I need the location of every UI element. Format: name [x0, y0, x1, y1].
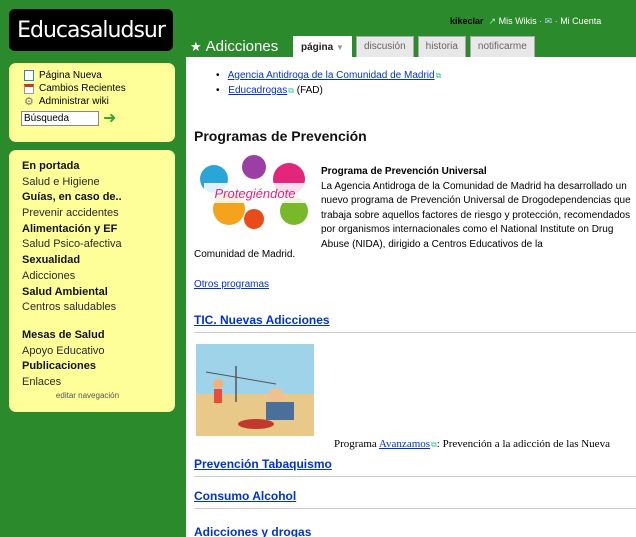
list-item: Educadrogas⧉ (FAD) [216, 85, 323, 96]
tool-new-page[interactable]: Página Nueva [24, 69, 175, 82]
drogas-section-link[interactable]: Adicciones y drogas [194, 525, 636, 537]
my-wikis-link[interactable]: Mis Wikis [499, 16, 537, 26]
tab-label: página [301, 42, 334, 53]
navigation-panel: En portada Salud e Higiene Guías, en cas… [9, 150, 175, 412]
wikis-icon: ↗ [486, 16, 497, 26]
chevron-down-icon: ▼ [336, 43, 344, 52]
alcohol-section-link[interactable]: Consumo Alcohol [194, 489, 636, 509]
site-logo[interactable]: Educasaludsur [9, 9, 173, 51]
mail-icon: ✉ [544, 16, 553, 26]
caption-suffix: : Prevención a la adicción de las Nueva [436, 438, 610, 450]
nav-item[interactable]: Apoyo Educativo [22, 344, 175, 360]
username[interactable]: kikeclar [450, 16, 484, 26]
nav-item[interactable]: Mesas de Salud [22, 328, 175, 344]
tab-historia[interactable]: historia [417, 36, 466, 57]
page-title-text: Adicciones [205, 38, 279, 55]
search-go-icon[interactable]: ➜ [103, 110, 116, 126]
tab-notificarme[interactable]: notificarme [469, 36, 535, 57]
educadrogas-link[interactable]: Educadrogas [228, 85, 287, 96]
list-item: Agencia Antidroga de la Comunidad de Mad… [216, 70, 442, 81]
image-text: Protegiéndote [215, 186, 296, 201]
caption-prefix: Programa [334, 438, 377, 450]
my-account-link[interactable]: Mi Cuenta [560, 16, 601, 26]
tic-section-link[interactable]: TIC. Nuevas Adicciones [194, 313, 636, 333]
tool-label: Administrar wiki [38, 96, 109, 107]
navigation-list: En portada Salud e Higiene Guías, en cas… [22, 150, 175, 403]
new-page-icon [24, 70, 34, 81]
star-icon[interactable]: ★ [190, 39, 202, 54]
tool-admin-wiki[interactable]: ⚙ Administrar wiki [24, 95, 175, 108]
tab-pagina[interactable]: página ▼ [293, 36, 352, 57]
main-content: Agencia Antidroga de la Comunidad de Mad… [186, 57, 636, 537]
otros-programas-link[interactable]: Otros programas [194, 279, 269, 290]
tool-recent-changes[interactable]: Cambios Recientes [24, 82, 175, 95]
programa-description: Programa de Prevención Universal La Agen… [321, 165, 633, 252]
tabaquismo-section-link[interactable]: Prevención Tabaquismo [194, 457, 636, 477]
page-tabs: página ▼ discusión historia notificarme [293, 36, 539, 57]
tools-panel: Página Nueva Cambios Recientes ⚙ Adminis… [9, 63, 175, 142]
nav-item[interactable]: Salud Psico-afectiva [22, 237, 175, 253]
tool-label: Página Nueva [39, 70, 102, 81]
gear-icon: ⚙ [24, 95, 34, 108]
programa-body: La Agencia Antidroga de la Comunidad de … [321, 180, 631, 250]
user-bar: kikeclar ↗ Mis Wikis · ✉ · Mi Cuenta [450, 16, 601, 27]
nav-item[interactable]: En portada [22, 159, 175, 175]
nav-item[interactable]: Prevenir accidentes [22, 206, 175, 222]
avanzamos-link[interactable]: Avanzamos [379, 438, 430, 450]
external-link-icon: ⧉ [288, 86, 294, 95]
nav-item[interactable]: Guías, en caso de.. [22, 190, 175, 206]
protegiendote-image: Protegiéndote [200, 155, 308, 229]
nav-item[interactable]: Salud Ambiental [22, 285, 175, 301]
programa-tail: Comunidad de Madrid. [194, 249, 296, 260]
avanzamos-caption: Programa Avanzamos⧉: Prevención a la adi… [334, 438, 610, 450]
tab-discusion[interactable]: discusión [355, 36, 414, 57]
nav-item[interactable]: Centros saludables [22, 300, 175, 316]
nav-item[interactable]: Alimentación y EF [22, 222, 175, 238]
link-suffix: (FAD) [296, 85, 323, 96]
avanzamos-image [196, 344, 314, 436]
nav-item[interactable]: Publicaciones [22, 359, 175, 375]
calendar-icon [24, 83, 34, 94]
programa-title: Programa de Prevención Universal [321, 166, 487, 177]
tool-label: Cambios Recientes [39, 83, 126, 94]
search-form: ➜ [21, 110, 175, 126]
edit-navigation-link[interactable]: editar navegación [22, 391, 153, 403]
external-link-icon: ⧉ [435, 71, 442, 80]
nav-item[interactable]: Sexualidad [22, 253, 175, 269]
nav-item[interactable]: Adicciones [22, 269, 175, 285]
section-heading: Programas de Prevención [194, 128, 367, 144]
page-title: ★ Adicciones [190, 38, 278, 55]
nav-item[interactable]: Enlaces [22, 375, 175, 391]
nav-item[interactable]: Salud e Higiene [22, 175, 175, 191]
agencia-link[interactable]: Agencia Antidroga de la Comunidad de Mad… [228, 70, 435, 81]
search-input[interactable] [21, 111, 99, 126]
